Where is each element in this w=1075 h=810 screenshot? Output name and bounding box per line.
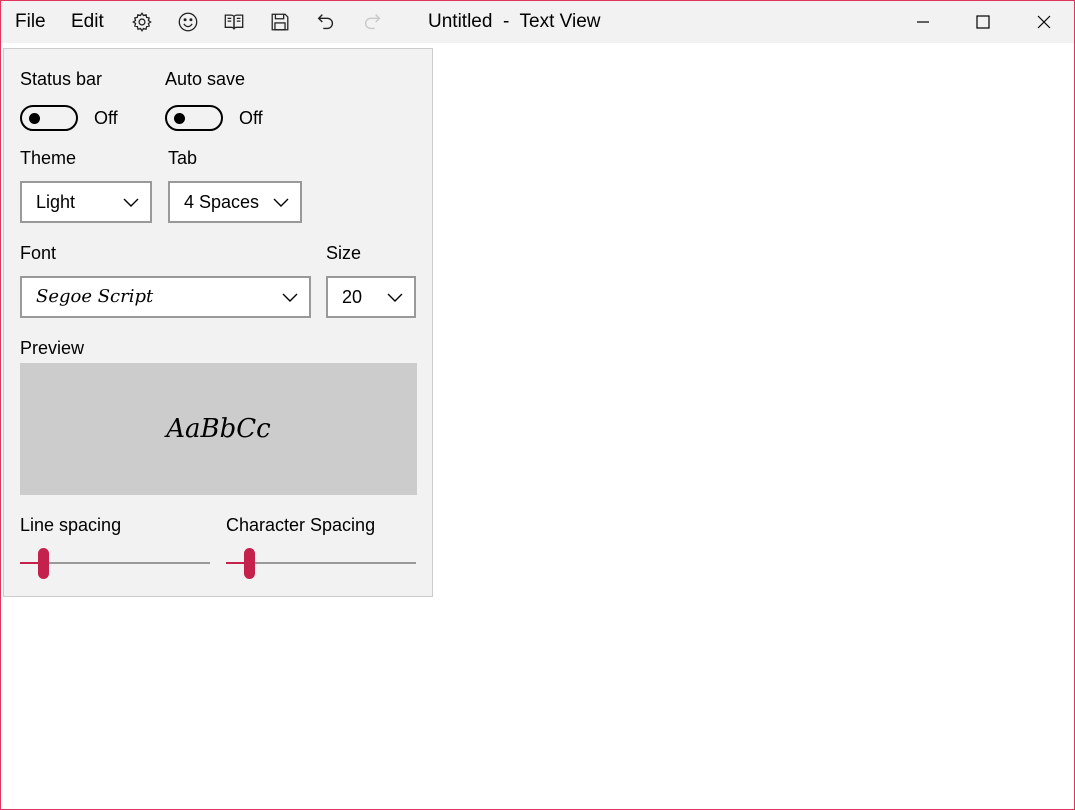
status-bar-state: Off: [94, 108, 118, 128]
settings-panel: Status bar Off Auto save Off Theme Light…: [3, 48, 433, 597]
auto-save-toggle[interactable]: [165, 105, 223, 131]
toggle-knob: [29, 113, 40, 124]
minimize-button[interactable]: [893, 1, 953, 43]
character-spacing-label: Character Spacing: [226, 515, 376, 535]
tab-label: Tab: [168, 148, 198, 168]
redo-icon: [360, 10, 384, 34]
size-value: 20: [342, 287, 363, 307]
auto-save-label: Auto save: [165, 69, 246, 89]
line-spacing-slider[interactable]: [20, 547, 210, 581]
theme-value: Light: [36, 192, 76, 212]
window-title: Untitled - Text View: [428, 11, 601, 32]
close-button[interactable]: [1014, 1, 1074, 43]
status-bar-label: Status bar: [20, 69, 103, 89]
line-spacing-label: Line spacing: [20, 515, 122, 535]
maximize-button[interactable]: [953, 1, 1013, 43]
character-spacing-slider[interactable]: [226, 547, 416, 581]
menu-file[interactable]: File: [15, 1, 46, 43]
size-label: Size: [326, 243, 362, 263]
app-window: File Edit Untitled - Text View Status ba…: [0, 0, 1075, 810]
book-icon[interactable]: [222, 10, 246, 34]
gear-icon[interactable]: [130, 10, 154, 34]
chevron-down-icon: [387, 293, 403, 302]
text-editor-area[interactable]: [433, 43, 1074, 809]
title-bar: File Edit Untitled - Text View: [1, 1, 1074, 43]
font-value: Segoe Script: [36, 286, 154, 307]
undo-icon[interactable]: [314, 10, 338, 34]
close-icon: [1037, 15, 1051, 29]
font-label: Font: [20, 243, 57, 263]
slider-thumb[interactable]: [244, 548, 255, 579]
tab-value: 4 Spaces: [184, 192, 260, 212]
chevron-down-icon: [273, 198, 289, 207]
maximize-icon: [976, 15, 990, 29]
font-preview-box: AaBbCc: [20, 363, 417, 495]
preview-text: AaBbCc: [166, 414, 271, 444]
toggle-knob: [174, 113, 185, 124]
font-dropdown[interactable]: Segoe Script: [20, 276, 311, 318]
slider-thumb[interactable]: [38, 548, 49, 579]
auto-save-state: Off: [239, 108, 263, 128]
save-icon[interactable]: [268, 10, 292, 34]
smiley-icon[interactable]: [176, 10, 200, 34]
tab-dropdown[interactable]: 4 Spaces: [168, 181, 302, 223]
theme-dropdown[interactable]: Light: [20, 181, 152, 223]
status-bar-toggle[interactable]: [20, 105, 78, 131]
size-dropdown[interactable]: 20: [326, 276, 416, 318]
preview-label: Preview: [20, 338, 85, 358]
chevron-down-icon: [123, 198, 139, 207]
menu-edit[interactable]: Edit: [71, 1, 104, 43]
minimize-icon: [917, 21, 929, 23]
chevron-down-icon: [282, 293, 298, 302]
theme-label: Theme: [20, 148, 77, 168]
